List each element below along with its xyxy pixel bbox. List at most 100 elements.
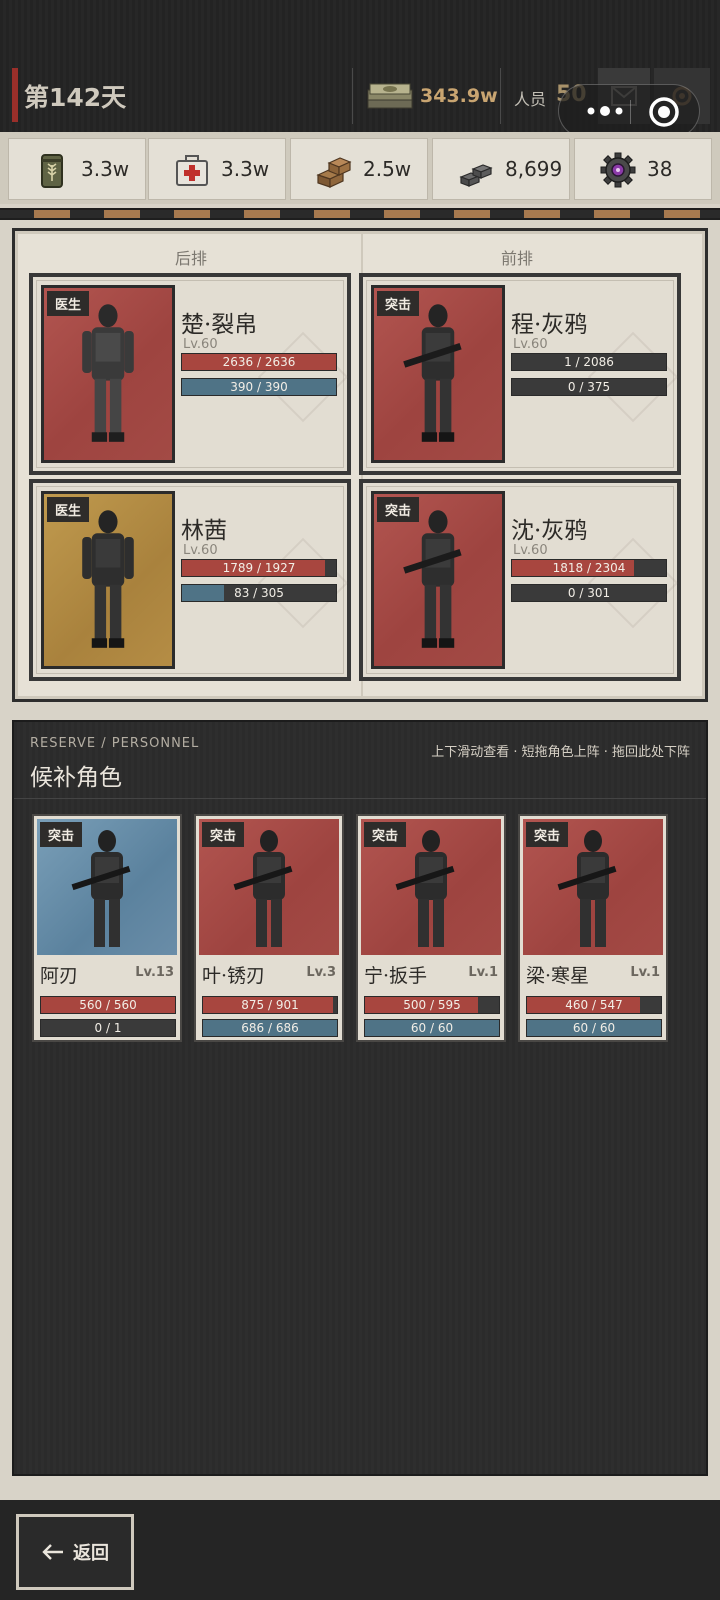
role-badge: 突击 — [526, 822, 569, 847]
sp-bar: 83 / 305 — [181, 584, 337, 602]
character-portrait[interactable]: 医生 — [41, 285, 175, 463]
sp-text: 60 / 60 — [572, 1021, 616, 1035]
sp-bar: 686 / 686 — [202, 1019, 338, 1037]
sp-text: 390 / 390 — [230, 380, 288, 394]
sp-bar: 60 / 60 — [526, 1019, 662, 1037]
more-dots-icon[interactable] — [579, 98, 631, 124]
hp-bar: 460 / 547 — [526, 996, 662, 1014]
character-portrait[interactable]: 突击 — [371, 491, 505, 669]
character-name: 梁·寒星 — [526, 965, 590, 987]
miniprogram-capsule[interactable] — [558, 84, 700, 138]
resource-value: 8,699 — [505, 157, 563, 181]
character-name: 程·灰鸦 — [511, 312, 588, 338]
resource-value: 3.3w — [81, 157, 130, 181]
bottom-bar: 返回 — [0, 1500, 720, 1600]
reserve-hint: 上下滑动查看 · 短拖角色上阵 · 拖回此处下阵 — [431, 745, 690, 760]
hp-bar: 875 / 901 — [202, 996, 338, 1014]
day-counter: 第142天 — [24, 83, 127, 112]
people-label: 人员 — [514, 90, 547, 109]
header-divider — [500, 68, 501, 124]
role-badge: 医生 — [47, 291, 90, 316]
header-divider — [352, 68, 353, 124]
resource-medicine[interactable]: 3.3w — [148, 138, 286, 200]
character-portrait: 突击 — [523, 819, 663, 955]
reserve-subtitle: RESERVE / PERSONNEL — [30, 736, 200, 751]
reserve-divider — [14, 798, 706, 799]
resource-metal[interactable]: 8,699 — [432, 138, 570, 200]
back-button[interactable]: 返回 — [16, 1514, 134, 1590]
hp-text: 1789 / 1927 — [222, 561, 296, 575]
character-name: 林茜 — [181, 518, 227, 544]
character-level: Lv.13 — [135, 965, 174, 980]
money-value: 343.9w — [420, 85, 498, 107]
day-marker — [12, 68, 18, 122]
character-level: Lv.3 — [306, 965, 336, 980]
reserve-card[interactable]: 突击 宁·扳手 Lv.1 500 / 595 60 / 60 — [356, 814, 506, 1042]
hp-bar: 2636 / 2636 — [181, 353, 337, 371]
sp-bar: 0 / 301 — [511, 584, 667, 602]
resource-bar: 3.3w 3.3w 2.5w 8,699 38 — [0, 132, 720, 204]
reserve-card[interactable]: 突击 阿刃 Lv.13 560 / 560 0 / 1 — [32, 814, 182, 1042]
formation-slot-front-1[interactable]: 突击 程·灰鸦 Lv.60 1 / 2086 0 / 375 — [359, 273, 681, 475]
hp-bar: 1818 / 2304 — [511, 559, 667, 577]
hp-text: 560 / 560 — [79, 998, 137, 1012]
character-level: Lv.60 — [513, 337, 548, 352]
character-name: 叶·锈刃 — [202, 965, 266, 987]
sp-text: 0 / 375 — [567, 380, 611, 394]
sp-bar: 0 / 1 — [40, 1019, 176, 1037]
reserve-card[interactable]: 突击 叶·锈刃 Lv.3 875 / 901 686 / 686 — [194, 814, 344, 1042]
hp-bar: 1789 / 1927 — [181, 559, 337, 577]
hp-text: 2636 / 2636 — [222, 355, 296, 369]
sp-text: 60 / 60 — [410, 1021, 454, 1035]
resource-value: 38 — [647, 157, 673, 181]
arrow-left-icon — [42, 1544, 63, 1560]
sp-text: 686 / 686 — [241, 1021, 299, 1035]
hp-bar: 560 / 560 — [40, 996, 176, 1014]
character-name: 宁·扳手 — [364, 965, 428, 987]
role-badge: 突击 — [202, 822, 245, 847]
formation-slot-back-1[interactable]: 医生 楚·裂帛 Lv.60 2636 / 2636 390 / 390 — [29, 273, 351, 475]
sp-bar: 60 / 60 — [364, 1019, 500, 1037]
character-level: Lv.60 — [183, 337, 218, 352]
character-name: 沈·灰鸦 — [511, 518, 588, 544]
character-level: Lv.1 — [468, 965, 498, 980]
character-level: Lv.1 — [630, 965, 660, 980]
character-portrait: 突击 — [361, 819, 501, 955]
character-level: Lv.60 — [513, 543, 548, 558]
sp-text: 83 / 305 — [234, 586, 284, 600]
character-portrait[interactable]: 突击 — [371, 285, 505, 463]
sp-bar: 390 / 390 — [181, 378, 337, 396]
character-level: Lv.60 — [183, 543, 218, 558]
back-label: 返回 — [73, 1543, 109, 1564]
front-row-title: 前排 — [501, 249, 534, 268]
capsule-separator — [630, 100, 631, 124]
hp-text: 1818 / 2304 — [552, 561, 626, 575]
ingots-icon — [459, 164, 493, 187]
divider-stripe — [0, 208, 720, 220]
hp-bar: 500 / 595 — [364, 996, 500, 1014]
hp-text: 460 / 547 — [565, 998, 623, 1012]
formation-slot-back-2[interactable]: 医生 林茜 Lv.60 1789 / 1927 83 / 305 — [29, 479, 351, 681]
character-name: 楚·裂帛 — [181, 312, 258, 338]
hp-text: 875 / 901 — [241, 998, 299, 1012]
formation-slot-front-2[interactable]: 突击 沈·灰鸦 Lv.60 1818 / 2304 0 / 301 — [359, 479, 681, 681]
cash-icon — [367, 83, 413, 109]
reserve-title: 候补角色 — [30, 765, 122, 791]
character-name: 阿刃 — [40, 965, 79, 987]
character-portrait[interactable]: 医生 — [41, 491, 175, 669]
role-badge: 突击 — [40, 822, 83, 847]
reserve-panel[interactable]: RESERVE / PERSONNEL 候补角色 上下滑动查看 · 短拖角色上阵… — [12, 720, 708, 1476]
sp-text: 0 / 1 — [94, 1021, 122, 1035]
role-badge: 突击 — [377, 291, 420, 316]
cog-part-icon — [600, 152, 636, 188]
character-portrait: 突击 — [37, 819, 177, 955]
target-icon[interactable] — [647, 95, 681, 129]
resource-materials[interactable]: 2.5w — [290, 138, 428, 200]
hp-text: 1 / 2086 — [564, 355, 614, 369]
resource-parts[interactable]: 38 — [574, 138, 712, 200]
top-header: 第142天 343.9w 人员 50 — [0, 0, 720, 138]
back-row-title: 后排 — [175, 249, 208, 268]
reserve-card[interactable]: 突击 梁·寒星 Lv.1 460 / 547 60 / 60 — [518, 814, 668, 1042]
resource-grain[interactable]: 3.3w — [8, 138, 146, 200]
medkit-icon — [176, 155, 208, 186]
